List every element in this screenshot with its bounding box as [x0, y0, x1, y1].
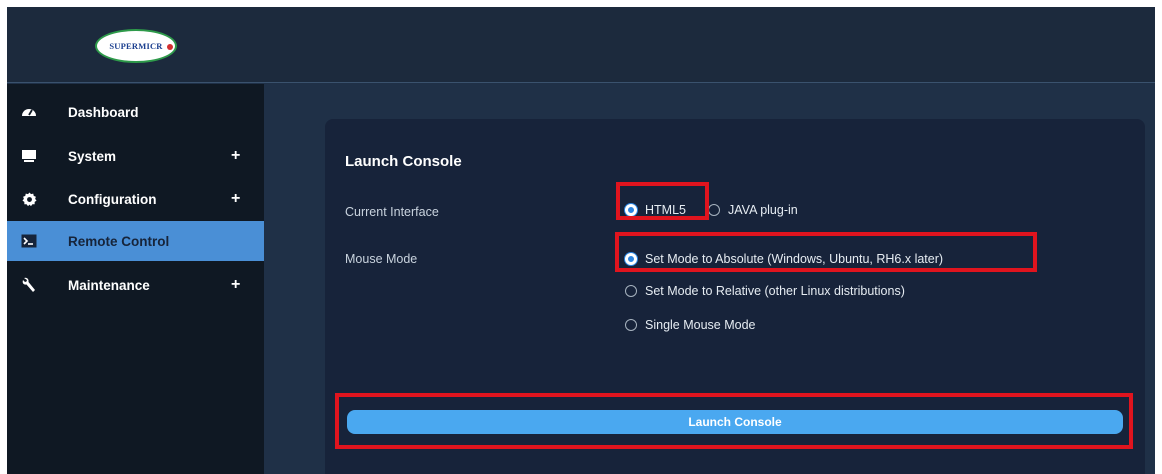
gear-icon — [21, 191, 37, 207]
radio-button[interactable] — [708, 204, 720, 216]
radio-button[interactable] — [625, 319, 637, 331]
top-bar: SUPERMICR — [7, 7, 1155, 83]
sidebar-item-maintenance[interactable]: Maintenance + — [7, 265, 264, 305]
interface-option-html5[interactable]: HTML5 — [625, 203, 686, 217]
radio-button[interactable] — [625, 285, 637, 297]
option-label: Set Mode to Relative (other Linux distri… — [645, 284, 905, 298]
speedometer-icon — [21, 104, 37, 120]
current-interface-label: Current Interface — [345, 205, 439, 219]
sidebar-item-label: Dashboard — [68, 104, 139, 120]
sidebar-item-label: Configuration — [68, 191, 157, 207]
expand-icon[interactable]: + — [231, 190, 240, 208]
panel-title: Launch Console — [345, 153, 462, 170]
option-label: Single Mouse Mode — [645, 318, 756, 332]
expand-icon[interactable]: + — [231, 276, 240, 294]
sidebar-item-label: Remote Control — [68, 233, 170, 249]
logo-dot — [167, 44, 173, 50]
mouse-mode-label: Mouse Mode — [345, 252, 418, 266]
interface-option-java[interactable]: JAVA plug-in — [708, 203, 798, 217]
mouse-mode-option-single[interactable]: Single Mouse Mode — [625, 318, 755, 332]
logo-text: SUPERMICR — [109, 41, 163, 51]
radio-button[interactable] — [625, 253, 637, 265]
sidebar-item-remote-control[interactable]: Remote Control — [7, 221, 264, 261]
sidebar-item-system[interactable]: System + — [7, 136, 264, 176]
radio-button[interactable] — [625, 204, 637, 216]
expand-icon[interactable]: + — [231, 147, 240, 165]
wrench-icon — [21, 277, 37, 293]
option-label: JAVA plug-in — [728, 203, 798, 217]
option-label: Set Mode to Absolute (Windows, Ubuntu, R… — [645, 252, 944, 266]
supermicro-logo[interactable]: SUPERMICR — [95, 29, 177, 63]
sidebar-item-configuration[interactable]: Configuration + — [7, 179, 264, 219]
sidebar-item-label: Maintenance — [68, 277, 150, 293]
mouse-mode-option-relative[interactable]: Set Mode to Relative (other Linux distri… — [625, 284, 905, 298]
sidebar-item-label: System — [68, 148, 117, 164]
launch-console-button[interactable]: Launch Console — [347, 410, 1123, 434]
monitor-icon — [21, 148, 37, 164]
app-frame: SUPERMICR Dashboard System + Configurati… — [7, 7, 1155, 474]
sidebar-item-dashboard[interactable]: Dashboard — [7, 92, 264, 132]
terminal-icon — [21, 233, 37, 249]
option-label: HTML5 — [645, 203, 686, 217]
sidebar: Dashboard System + Configuration + Remot… — [7, 84, 264, 474]
mouse-mode-option-absolute[interactable]: Set Mode to Absolute (Windows, Ubuntu, R… — [625, 252, 943, 266]
